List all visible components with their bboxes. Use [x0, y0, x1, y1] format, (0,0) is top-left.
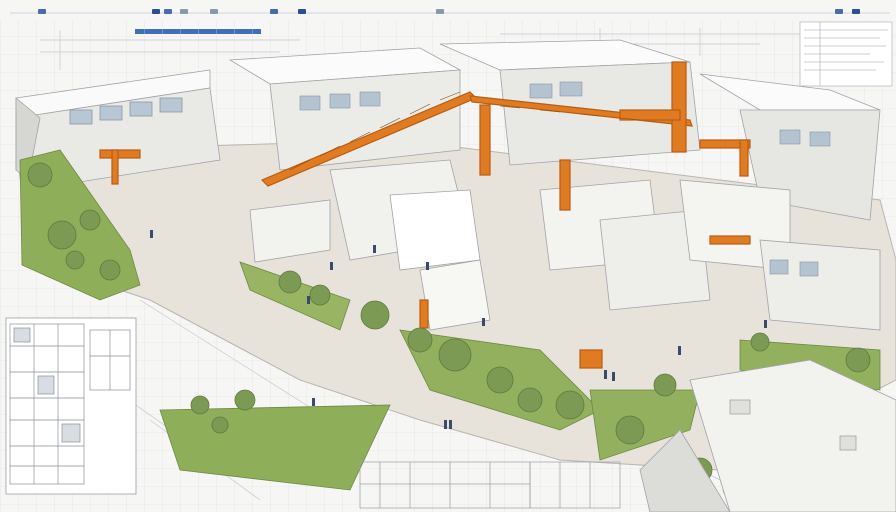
facility-illustration — [0, 0, 896, 512]
right-panel — [799, 21, 893, 87]
isometric-scene — [0, 20, 896, 512]
floor-plan-icon — [5, 317, 137, 495]
